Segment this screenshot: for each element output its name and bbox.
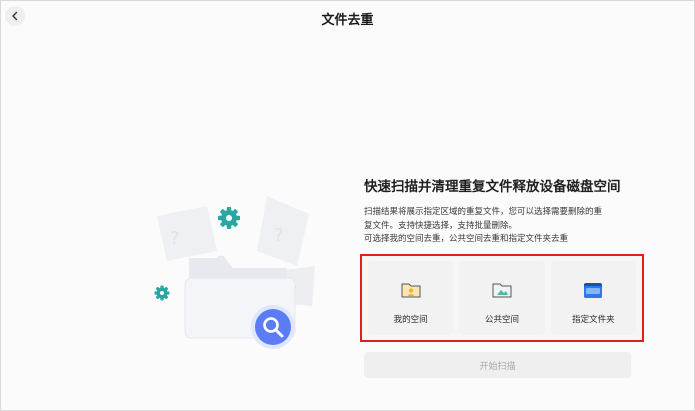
magnifier-icon [251,305,295,349]
option-label: 公共空间 [484,315,519,325]
option-specified-folder[interactable]: 指定文件夹 [550,261,636,335]
public-space-folder-icon [492,283,512,298]
description-line: 可选择我的空间去重，公共空间去重和指定文件夹去重 [364,234,569,244]
specified-folder-icon [584,283,603,298]
description-line: 复文件。支持快捷选择，支持批量删除。 [364,220,518,231]
gear-icon [154,285,170,301]
description: 扫描结果将展示指定区域的重复文件，您可以选择需要删除的重 复文件。支持快捷选择，… [364,206,639,247]
option-my-space[interactable]: 我的空间 [368,261,454,335]
question-mark-icon: ? [274,225,284,246]
app-window: 文件去重 ? ? ? ? [0,0,695,411]
start-scan-button[interactable]: 开始扫描 [364,352,631,378]
headline: 快速扫描并清理重复文件释放设备磁盘空间 [364,179,621,195]
description-line: 扫描结果将展示指定区域的重复文件，您可以选择需要删除的重 [364,207,603,217]
option-label: 我的空间 [393,315,428,325]
option-label: 指定文件夹 [572,315,615,325]
gear-icon [218,207,240,229]
page-title: 文件去重 [321,13,374,28]
option-public-space[interactable]: 公共空间 [459,261,545,335]
question-mark-icon: ? [170,228,180,249]
dedup-illustration: ? ? ? ? [154,196,315,349]
my-space-folder-icon [401,283,421,298]
scan-scope-options: 我的空间 公共空间 指定文件夹 [360,254,644,342]
paper-shape [157,206,217,261]
